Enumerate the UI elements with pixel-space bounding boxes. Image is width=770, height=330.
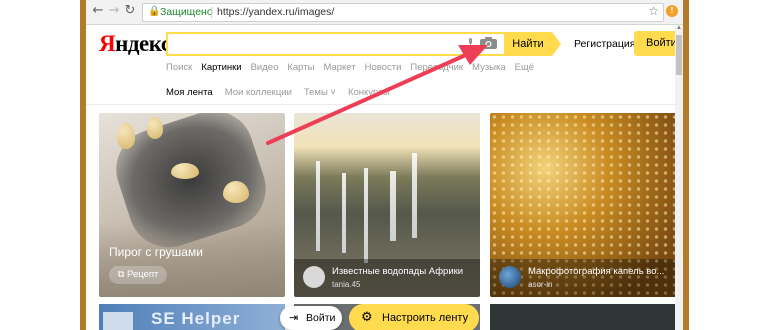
card-image-detail — [223, 181, 249, 203]
reload-icon[interactable]: ↻ — [122, 3, 138, 19]
tab-search[interactable]: Поиск — [166, 62, 192, 73]
tab-music[interactable]: Музыка — [472, 62, 506, 73]
card-image-detail — [147, 117, 163, 139]
search-input[interactable] — [166, 32, 504, 56]
register-link[interactable]: Регистрация — [574, 38, 635, 50]
card-text: SE Helper — [151, 309, 241, 328]
card-image-detail — [171, 163, 199, 179]
setup-feed-button[interactable]: ⚙ Настроить ленту — [349, 304, 479, 330]
card-image-detail — [390, 171, 396, 241]
image-card[interactable] — [490, 304, 676, 330]
avatar[interactable] — [499, 266, 521, 288]
image-card-waterfalls[interactable]: Известные водопады Африки tania.45 — [294, 113, 480, 297]
card-author[interactable]: asor-in — [528, 280, 552, 289]
notification-icon[interactable]: ! — [666, 5, 678, 17]
recipe-button[interactable]: ⧉ Рецепт — [109, 266, 167, 284]
find-button[interactable]: Найти — [504, 32, 552, 56]
address-separator — [211, 7, 212, 18]
tab-maps[interactable]: Карты — [287, 62, 314, 73]
secure-label: Защищено — [160, 6, 213, 18]
login-icon: ⇥ — [289, 311, 299, 324]
tab-video[interactable]: Видео — [251, 62, 279, 73]
arrow-right-icon[interactable]: → — [106, 3, 122, 19]
tab-more[interactable]: Ещё — [515, 62, 534, 73]
monitor-bezel-right — [683, 0, 689, 330]
address-bar[interactable]: 🔒 Защищено https://yandex.ru/images/ ☆ — [142, 3, 664, 22]
card-overlay — [99, 223, 285, 297]
find-button-tip — [552, 32, 561, 56]
subtab-contests[interactable]: Конкурсы — [348, 87, 390, 98]
lock-icon: 🔒 — [148, 6, 161, 17]
card-title: Пирог с грушами — [109, 245, 203, 259]
gear-icon: ⚙ — [361, 310, 373, 325]
card-image-detail — [364, 168, 368, 263]
tab-market[interactable]: Маркет — [323, 62, 355, 73]
url-text[interactable]: https://yandex.ru/images/ — [217, 6, 334, 18]
floating-login-button[interactable]: ⇥ Войти — [280, 306, 342, 330]
card-caption: Известные водопады Африки tania.45 — [294, 259, 480, 297]
card-caption: Макрофотография капель во... asor-in — [490, 259, 676, 297]
card-image-detail — [316, 161, 320, 251]
card-image-detail — [412, 153, 417, 238]
card-image-detail — [342, 173, 346, 253]
service-tabs: Поиск Картинки Видео Карты Маркет Новости Пере… — [166, 62, 543, 73]
feed-subtabs: Моя лента Мои коллекции Темы ˅ Конкурсы — [166, 87, 402, 98]
avatar[interactable] — [303, 266, 325, 288]
card-title: Макрофотография капель во... — [528, 266, 665, 277]
card-image-detail — [117, 123, 135, 149]
image-card-droplets[interactable]: Макрофотография капель во... asor-in — [490, 113, 676, 297]
subtab-my-feed[interactable]: Моя лента — [166, 87, 213, 98]
camera-icon[interactable] — [480, 37, 497, 49]
browser-toolbar: ← → ↻ 🔒 Защищено https://yandex.ru/image… — [86, 0, 683, 25]
scroll-up-icon[interactable]: ▲ — [675, 25, 683, 33]
outer-background — [0, 0, 82, 330]
subtab-collections[interactable]: Мои коллекции — [225, 87, 292, 98]
scroll-thumb[interactable] — [676, 35, 682, 75]
image-card-pear-pie[interactable]: Пирог с грушами ⧉ Рецепт — [99, 113, 285, 297]
tab-translate[interactable]: Переводчик — [410, 62, 463, 73]
card-title: Известные водопады Африки — [332, 266, 464, 277]
tab-news[interactable]: Новости — [365, 62, 402, 73]
scrollbar[interactable]: ▲ — [675, 25, 683, 330]
card-author[interactable]: tania.45 — [332, 280, 360, 289]
microphone-icon[interactable] — [468, 38, 473, 48]
recipe-icon: ⧉ — [117, 269, 128, 280]
browser-window: ← → ↻ 🔒 Защищено https://yandex.ru/image… — [86, 0, 683, 330]
arrow-left-icon[interactable]: ← — [90, 3, 106, 19]
subtab-themes[interactable]: Темы ˅ — [304, 87, 336, 98]
divider — [86, 104, 675, 105]
tab-images[interactable]: Картинки — [201, 62, 241, 73]
star-icon[interactable]: ☆ — [648, 4, 659, 18]
card-image — [103, 312, 133, 330]
image-card-se-helper[interactable]: SE Helper — [99, 304, 285, 330]
yandex-logo[interactable]: Яндекс — [99, 31, 171, 57]
